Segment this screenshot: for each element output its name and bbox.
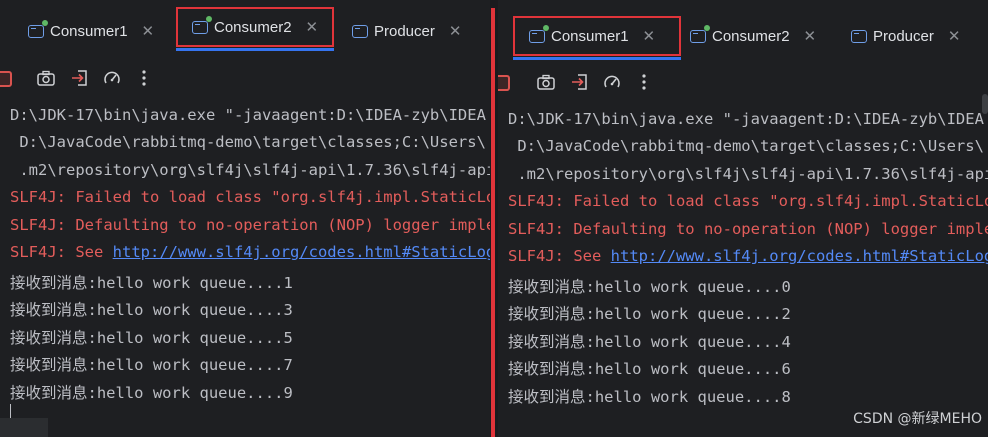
console-error-line: SLF4J: Defaulting to no-operation (NOP) … xyxy=(508,220,988,238)
message-text: :hello work queue....2 xyxy=(585,305,791,323)
tab-label: Consumer1 xyxy=(50,22,128,40)
console-line: D:\JDK-17\bin\java.exe "-javaagent:D:\ID… xyxy=(10,106,486,124)
run-tab-bar: Consumer1 ✕ Consumer2 ✕ Producer ✕ xyxy=(0,0,490,62)
console-error-line: SLF4J: Defaulting to no-operation (NOP) … xyxy=(10,216,490,234)
console-line: D:\JDK-17\bin\java.exe "-javaagent:D:\ID… xyxy=(508,110,984,128)
run-config-icon xyxy=(851,29,867,43)
tab-producer[interactable]: Producer ✕ xyxy=(851,16,960,56)
message-prefix: 接收到消息 xyxy=(10,274,88,292)
tab-label: Consumer2 xyxy=(712,27,790,45)
close-icon[interactable]: ✕ xyxy=(643,27,656,45)
camera-icon[interactable] xyxy=(36,68,56,88)
tab-label: Consumer1 xyxy=(551,27,629,45)
close-icon[interactable]: ✕ xyxy=(804,27,817,45)
console-output-line: 接收到消息:hello work queue....9 xyxy=(10,381,293,403)
close-icon[interactable]: ✕ xyxy=(449,22,462,40)
message-prefix: 接收到消息 xyxy=(10,356,88,374)
message-prefix: 接收到消息 xyxy=(508,388,586,406)
message-prefix: 接收到消息 xyxy=(508,360,586,378)
console-error-line: SLF4J: Failed to load class "org.slf4j.i… xyxy=(508,192,988,210)
close-icon[interactable]: ✕ xyxy=(948,27,961,45)
more-vertical-icon[interactable] xyxy=(634,72,654,92)
tab-label: Producer xyxy=(873,27,934,45)
tab-consumer1[interactable]: Consumer1 ✕ xyxy=(28,11,154,51)
message-text: :hello work queue....5 xyxy=(87,329,293,347)
error-text: SLF4J: See xyxy=(508,247,611,265)
message-prefix: 接收到消息 xyxy=(10,384,88,402)
stop-icon[interactable] xyxy=(0,71,12,87)
console-output-line: 接收到消息:hello work queue....6 xyxy=(508,357,791,379)
console-output-line: 接收到消息:hello work queue....7 xyxy=(10,353,293,375)
tab-producer[interactable]: Producer ✕ xyxy=(352,11,461,51)
close-icon[interactable]: ✕ xyxy=(142,22,155,40)
console-error-line: SLF4J: Failed to load class "org.slf4j.i… xyxy=(10,188,490,206)
tab-label: Consumer2 xyxy=(214,18,292,36)
highlight-separator xyxy=(491,8,495,437)
login-icon[interactable] xyxy=(70,68,90,88)
left-run-panel: Consumer1 ✕ Consumer2 ✕ Producer ✕ D:\JD… xyxy=(0,0,490,437)
console-line: D:\JavaCode\rabbitmq-demo\target\classes… xyxy=(508,137,984,155)
console-error-line: SLF4J: See http://www.slf4j.org/codes.ht… xyxy=(10,243,490,261)
message-text: :hello work queue....6 xyxy=(585,360,791,378)
watermark: CSDN @新绿MEHO xyxy=(853,411,982,427)
login-icon[interactable] xyxy=(570,72,590,92)
slf4j-link[interactable]: http://www.slf4j.org/codes.html#StaticLo… xyxy=(113,243,490,261)
run-toolbar xyxy=(0,64,490,94)
tab-consumer2[interactable]: Consumer2 ✕ xyxy=(690,16,816,56)
run-tab-bar: Consumer1 ✕ Consumer2 ✕ Producer ✕ xyxy=(498,0,988,62)
text-cursor xyxy=(10,404,11,418)
gauge-icon[interactable] xyxy=(102,68,122,88)
bottom-strip xyxy=(0,418,48,437)
message-prefix: 接收到消息 xyxy=(10,301,88,319)
camera-icon[interactable] xyxy=(536,72,556,92)
tab-consumer1[interactable]: Consumer1 ✕ xyxy=(513,16,681,60)
message-text: :hello work queue....3 xyxy=(87,301,293,319)
right-run-panel: Consumer1 ✕ Consumer2 ✕ Producer ✕ D:\JD… xyxy=(498,0,988,437)
message-text: :hello work queue....9 xyxy=(87,384,293,402)
run-toolbar xyxy=(498,68,988,98)
run-config-icon xyxy=(690,24,710,43)
active-tab-indicator xyxy=(513,57,681,60)
console-line: D:\JavaCode\rabbitmq-demo\target\classes… xyxy=(10,133,486,151)
message-text: :hello work queue....4 xyxy=(585,333,791,351)
message-text: :hello work queue....7 xyxy=(87,356,293,374)
console-output-line: 接收到消息:hello work queue....5 xyxy=(10,326,293,348)
message-prefix: 接收到消息 xyxy=(10,329,88,347)
close-icon[interactable]: ✕ xyxy=(306,18,319,36)
message-prefix: 接收到消息 xyxy=(508,305,586,323)
console-line: .m2\repository\org\slf4j\slf4j-api\1.7.3… xyxy=(19,161,490,179)
console-output-line: 接收到消息:hello work queue....1 xyxy=(10,271,293,293)
gauge-icon[interactable] xyxy=(602,72,622,92)
run-config-icon xyxy=(192,15,212,34)
active-tab-indicator xyxy=(176,48,334,51)
tab-label: Producer xyxy=(374,22,435,40)
run-config-icon xyxy=(529,24,549,43)
more-vertical-icon[interactable] xyxy=(134,68,154,88)
run-config-icon xyxy=(28,19,48,38)
message-text: :hello work queue....0 xyxy=(585,278,791,296)
message-text: :hello work queue....1 xyxy=(87,274,293,292)
tab-consumer2[interactable]: Consumer2 ✕ xyxy=(176,7,334,51)
stop-icon[interactable] xyxy=(498,75,510,91)
console-line: .m2\repository\org\slf4j\slf4j-api\1.7.3… xyxy=(517,165,988,183)
console-output-line: 接收到消息:hello work queue....0 xyxy=(508,275,791,297)
console-error-line: SLF4J: See http://www.slf4j.org/codes.ht… xyxy=(508,247,988,265)
vertical-scrollbar[interactable] xyxy=(982,94,988,114)
error-text: SLF4J: See xyxy=(10,243,113,261)
message-prefix: 接收到消息 xyxy=(508,333,586,351)
message-text: :hello work queue....8 xyxy=(585,388,791,406)
console-output-line: 接收到消息:hello work queue....2 xyxy=(508,302,791,324)
run-config-icon xyxy=(352,24,368,38)
console-output-line: 接收到消息:hello work queue....8 xyxy=(508,385,791,407)
console-output-line: 接收到消息:hello work queue....3 xyxy=(10,298,293,320)
message-prefix: 接收到消息 xyxy=(508,278,586,296)
console-output-line: 接收到消息:hello work queue....4 xyxy=(508,330,791,352)
slf4j-link[interactable]: http://www.slf4j.org/codes.html#StaticLo… xyxy=(611,247,988,265)
